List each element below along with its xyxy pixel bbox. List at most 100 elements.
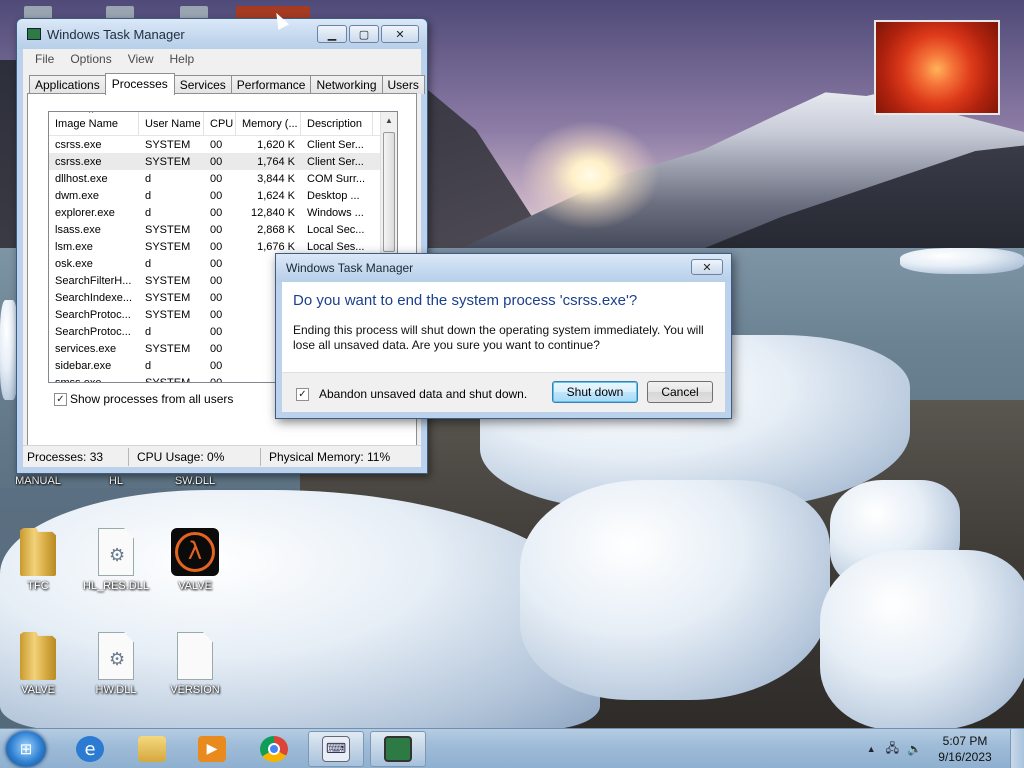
show-hidden-icons-icon[interactable]: ▲	[867, 744, 876, 754]
close-button[interactable]: ✕	[381, 25, 419, 43]
dialog-footer: ✓ Abandon unsaved data and shut down. Sh…	[282, 372, 725, 412]
status-physical-memory: Physical Memory: 11%	[269, 449, 391, 464]
cell-cpu: 00	[210, 257, 223, 270]
desktop-icon-label: VERSION	[170, 684, 220, 696]
menu-options[interactable]: Options	[62, 52, 119, 66]
desktop-icon-label: HL	[108, 475, 124, 487]
tab-networking[interactable]: Networking	[310, 75, 383, 94]
start-button[interactable]: ⊞	[6, 731, 46, 767]
cell-cpu: 00	[210, 308, 223, 321]
cell-name: explorer.exe	[55, 206, 115, 219]
folder-icon	[20, 528, 56, 576]
dll-file-icon: ⚙	[98, 528, 134, 576]
gadget-slideshow-thumbnail[interactable]	[874, 20, 1000, 115]
tab-users[interactable]: Users	[381, 75, 425, 94]
table-row[interactable]: dllhost.exe d 00 3,844 K COM Surr...	[49, 170, 397, 187]
show-all-processes-label: Show processes from all users	[70, 392, 234, 406]
cell-mem: 2,868 K	[257, 223, 295, 236]
desktop-icon-hl-res-dll[interactable]: ⚙ HL_RES.DLL	[78, 528, 154, 592]
taskbar-internet-explorer[interactable]: e	[62, 731, 118, 767]
shut-down-button[interactable]: Shut down	[552, 381, 638, 403]
cell-cpu: 00	[210, 206, 223, 219]
menu-file[interactable]: File	[27, 52, 62, 66]
system-tray: ▲ 🖧 🔈 5:07 PM 9/16/2023	[867, 729, 1024, 768]
scrollbar-thumb[interactable]	[383, 132, 395, 252]
taskbar-windows-explorer[interactable]	[124, 731, 180, 767]
taskbar-media-player[interactable]: ▶	[184, 731, 240, 767]
windows-logo-icon: ⊞	[19, 741, 33, 758]
cell-mem: 3,844 K	[257, 172, 295, 185]
status-bar: Processes: 33 CPU Usage: 0% Physical Mem…	[23, 445, 421, 467]
abandon-data-checkbox[interactable]: ✓ Abandon unsaved data and shut down.	[296, 387, 527, 401]
maximize-button[interactable]: ▢	[349, 25, 379, 43]
table-row[interactable]: dwm.exe d 00 1,624 K Desktop ...	[49, 187, 397, 204]
dialog-title: Windows Task Manager	[286, 261, 414, 275]
cell-user: SYSTEM	[145, 138, 191, 151]
volume-muted-icon[interactable]: 🔈	[907, 742, 922, 756]
cell-cpu: 00	[210, 172, 223, 185]
tab-processes[interactable]: Processes	[104, 73, 175, 95]
tab-performance[interactable]: Performance	[230, 75, 312, 94]
scroll-up-arrow-icon[interactable]: ▲	[385, 116, 393, 125]
folder-icon	[20, 632, 56, 680]
table-row[interactable]: csrss.exe SYSTEM 00 1,764 K Client Ser...	[49, 153, 397, 170]
cancel-button[interactable]: Cancel	[647, 381, 713, 403]
taskbar-task-manager[interactable]	[370, 731, 426, 767]
desktop-icon-label: MANUAL	[15, 475, 61, 487]
checkbox-box[interactable]: ✓	[296, 387, 309, 401]
desktop-icon-hl[interactable]: HL	[78, 475, 154, 487]
column-user-name[interactable]: User Name	[139, 112, 204, 135]
cell-user: SYSTEM	[145, 274, 191, 287]
desktop-icon-tfc[interactable]: TFC	[0, 528, 76, 592]
table-row[interactable]: explorer.exe d 00 12,840 K Windows ...	[49, 204, 397, 221]
dialog-titlebar[interactable]: Windows Task Manager ✕	[276, 254, 731, 282]
column-image-name[interactable]: Image Name	[49, 112, 139, 135]
desktop-icon-sw-dll[interactable]: SW.DLL	[157, 475, 233, 487]
cell-name: lsm.exe	[55, 240, 93, 253]
cell-cpu: 00	[210, 325, 223, 338]
desktop-icon-hw-dll[interactable]: ⚙ HW.DLL	[78, 632, 154, 696]
table-row[interactable]: csrss.exe SYSTEM 00 1,620 K Client Ser...	[49, 136, 397, 153]
cell-name: SearchFilterH...	[55, 274, 132, 287]
taskbar-on-screen-keyboard[interactable]: ⌨	[308, 731, 364, 767]
dialog-close-button[interactable]: ✕	[691, 259, 723, 275]
cell-user: SYSTEM	[145, 308, 191, 321]
clock[interactable]: 5:07 PM 9/16/2023	[930, 733, 1000, 765]
cell-mem: 1,764 K	[257, 155, 295, 168]
desktop-icon-manual[interactable]: MANUAL	[0, 475, 76, 487]
cell-name: SearchIndexe...	[55, 291, 133, 304]
minimize-button[interactable]: ▁	[317, 25, 347, 43]
menu-view[interactable]: View	[120, 52, 162, 66]
show-all-processes-checkbox[interactable]: ✓ Show processes from all users	[54, 392, 233, 406]
tab-services[interactable]: Services	[173, 75, 232, 94]
tab-applications[interactable]: Applications	[29, 75, 106, 94]
cell-cpu: 00	[210, 274, 223, 287]
desktop-icon-version[interactable]: VERSION	[157, 632, 233, 696]
cell-cpu: 00	[210, 223, 223, 236]
taskbar-chrome[interactable]	[246, 731, 302, 767]
abandon-data-label: Abandon unsaved data and shut down.	[319, 387, 528, 401]
network-icon[interactable]: 🖧	[886, 739, 899, 760]
end-process-dialog: Windows Task Manager ✕ Do you want to en…	[275, 253, 732, 419]
cell-user: d	[145, 359, 152, 372]
cell-cpu: 00	[210, 138, 223, 151]
table-row[interactable]: lsass.exe SYSTEM 00 2,868 K Local Sec...	[49, 221, 397, 238]
show-desktop-button[interactable]	[1010, 729, 1024, 768]
cell-cpu: 00	[210, 240, 223, 253]
column-cpu[interactable]: CPU	[204, 112, 236, 135]
cell-user: SYSTEM	[145, 155, 191, 168]
column-description[interactable]: Description	[301, 112, 373, 135]
menu-bar: File Options View Help	[23, 49, 421, 69]
task-manager-titlebar[interactable]: Windows Task Manager ▁ ▢ ✕	[17, 19, 427, 49]
column-memory[interactable]: Memory (...	[236, 112, 301, 135]
desktop-icon-valve-exe[interactable]: λ VALVE	[157, 528, 233, 592]
checkbox-box[interactable]: ✓	[54, 392, 67, 406]
cell-user: d	[145, 257, 152, 270]
desktop-icon-valve-folder[interactable]: VALVE	[0, 632, 76, 696]
menu-help[interactable]: Help	[162, 52, 203, 66]
cell-user: SYSTEM	[145, 342, 191, 355]
desktop-icon-label: VALVE	[21, 684, 55, 696]
keyboard-icon: ⌨	[322, 736, 350, 762]
process-list-header: Image Name User Name CPU Memory (... Des…	[49, 112, 397, 136]
clock-time: 5:07 PM	[942, 734, 988, 748]
